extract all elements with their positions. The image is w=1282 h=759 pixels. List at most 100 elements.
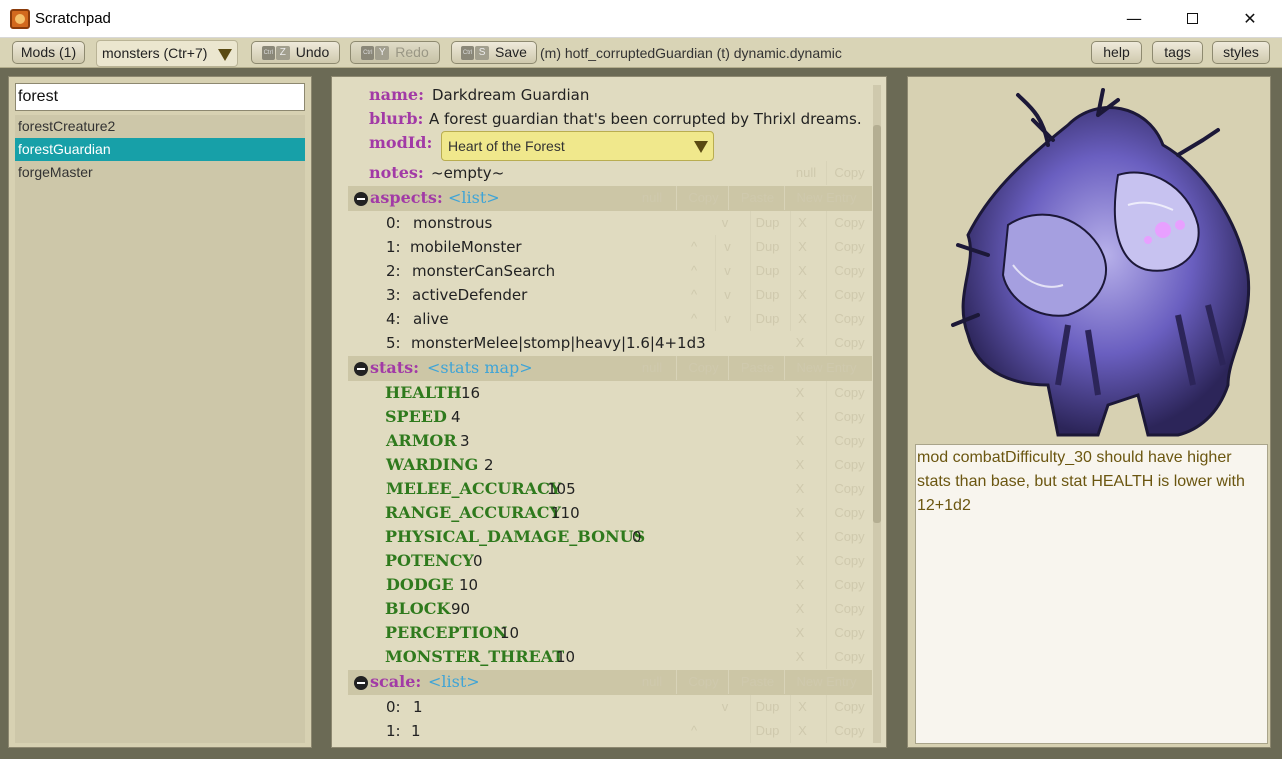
list-item[interactable]: forgeMaster <box>15 161 305 184</box>
modid-dropdown[interactable]: Heart of the Forest <box>441 131 714 161</box>
stat-value[interactable]: 110 <box>551 501 580 525</box>
maximize-button[interactable] <box>1163 0 1221 38</box>
close-button[interactable]: ✕ <box>1221 0 1279 38</box>
scale-value[interactable]: 1 <box>413 695 423 719</box>
dup-button[interactable]: Dup <box>750 695 780 719</box>
copy-button[interactable]: Copy <box>826 549 868 573</box>
stat-value[interactable]: 4 <box>451 405 461 429</box>
copy-button[interactable]: Copy <box>826 621 868 645</box>
delete-button[interactable]: X <box>790 477 810 501</box>
move-down-button[interactable]: v <box>715 695 735 719</box>
notes-value[interactable]: ~empty~ <box>431 161 504 185</box>
delete-button[interactable]: X <box>790 405 810 429</box>
aspect-value[interactable]: monsterMelee|stomp|heavy|1.6|4+1d3 <box>411 331 706 355</box>
copy-button[interactable]: Copy <box>826 381 868 405</box>
delete-button[interactable]: X <box>790 719 810 743</box>
null-button[interactable]: null <box>630 670 674 694</box>
styles-button[interactable]: styles <box>1212 41 1270 64</box>
delete-button[interactable]: X <box>790 645 810 669</box>
move-up-button[interactable]: ^ <box>684 259 704 283</box>
delete-button[interactable]: X <box>790 307 810 331</box>
stat-value[interactable]: 90 <box>451 597 470 621</box>
blurb-value[interactable]: A forest guardian that's been corrupted … <box>429 107 862 131</box>
move-down-button[interactable]: v <box>715 235 735 259</box>
scale-value[interactable]: 1 <box>411 719 421 743</box>
copy-button[interactable]: Copy <box>676 356 726 380</box>
copy-button[interactable]: Copy <box>826 259 868 283</box>
copy-button[interactable]: Copy <box>826 307 868 331</box>
copy-button[interactable]: Copy <box>826 695 868 719</box>
stat-value[interactable]: 16 <box>461 381 480 405</box>
dup-button[interactable]: Dup <box>750 211 780 235</box>
delete-button[interactable]: X <box>790 573 810 597</box>
paste-button[interactable]: Paste <box>728 356 782 380</box>
delete-button[interactable]: X <box>790 429 810 453</box>
null-button[interactable]: null <box>786 161 826 185</box>
scrollbar-thumb[interactable] <box>873 125 881 523</box>
copy-button[interactable]: Copy <box>826 573 868 597</box>
new-entry-button[interactable]: New Entry <box>784 356 864 380</box>
stat-value[interactable]: 10 <box>556 645 575 669</box>
copy-button[interactable]: Copy <box>826 405 868 429</box>
move-up-button[interactable]: ^ <box>684 307 704 331</box>
null-button[interactable]: null <box>630 356 674 380</box>
minimize-button[interactable]: — <box>1105 0 1163 38</box>
delete-button[interactable]: X <box>790 453 810 477</box>
copy-button[interactable]: Copy <box>826 501 868 525</box>
category-dropdown[interactable]: monsters (Ctr+7) <box>96 40 238 67</box>
paste-button[interactable]: Paste <box>728 186 782 210</box>
aspect-value[interactable]: mobileMonster <box>410 235 522 259</box>
delete-button[interactable]: X <box>790 621 810 645</box>
copy-button[interactable]: Copy <box>826 235 868 259</box>
delete-button[interactable]: X <box>790 597 810 621</box>
delete-button[interactable]: X <box>790 501 810 525</box>
redo-button[interactable]: Ctrl Y Redo <box>350 41 440 64</box>
tags-button[interactable]: tags <box>1152 41 1203 64</box>
delete-button[interactable]: X <box>790 211 810 235</box>
copy-button[interactable]: Copy <box>676 186 726 210</box>
copy-button[interactable]: Copy <box>676 670 726 694</box>
save-button[interactable]: Ctrl S Save <box>451 41 537 64</box>
stat-value[interactable]: 0 <box>473 549 483 573</box>
aspect-value[interactable]: alive <box>413 307 449 331</box>
delete-button[interactable]: X <box>790 381 810 405</box>
dup-button[interactable]: Dup <box>750 719 780 743</box>
undo-button[interactable]: Ctrl Z Undo <box>251 41 340 64</box>
copy-button[interactable]: Copy <box>826 331 868 355</box>
stat-value[interactable]: 10 <box>459 573 478 597</box>
copy-button[interactable]: Copy <box>826 211 868 235</box>
delete-button[interactable]: X <box>790 331 810 355</box>
stat-value[interactable]: 3 <box>460 429 470 453</box>
copy-button[interactable]: Copy <box>826 719 868 743</box>
copy-button[interactable]: Copy <box>826 477 868 501</box>
dup-button[interactable]: Dup <box>750 307 780 331</box>
copy-button[interactable]: Copy <box>826 645 868 669</box>
aspect-value[interactable]: activeDefender <box>412 283 527 307</box>
dup-button[interactable]: Dup <box>750 283 780 307</box>
dup-button[interactable]: Dup <box>750 259 780 283</box>
delete-button[interactable]: X <box>790 259 810 283</box>
copy-button[interactable]: Copy <box>826 429 868 453</box>
review-note[interactable]: mod combatDifficulty_30 should have high… <box>915 444 1268 744</box>
move-down-button[interactable]: v <box>715 259 735 283</box>
null-button[interactable]: null <box>630 186 674 210</box>
stat-value[interactable]: 0 <box>632 525 642 549</box>
list-item[interactable]: forestCreature2 <box>15 115 305 138</box>
delete-button[interactable]: X <box>790 283 810 307</box>
move-down-button[interactable]: v <box>715 307 735 331</box>
copy-button[interactable]: Copy <box>826 525 868 549</box>
delete-button[interactable]: X <box>790 525 810 549</box>
stat-value[interactable]: 10 <box>500 621 519 645</box>
move-up-button[interactable]: ^ <box>684 235 704 259</box>
copy-button[interactable]: Copy <box>826 597 868 621</box>
delete-button[interactable]: X <box>790 695 810 719</box>
dup-button[interactable]: Dup <box>750 235 780 259</box>
new-entry-button[interactable]: New Entry <box>784 186 864 210</box>
stat-value[interactable]: 105 <box>547 477 576 501</box>
search-input[interactable]: forest <box>15 83 305 111</box>
mods-button[interactable]: Mods (1) <box>12 41 85 64</box>
name-value[interactable]: Darkdream Guardian <box>432 83 589 107</box>
copy-button[interactable]: Copy <box>826 453 868 477</box>
copy-button[interactable]: Copy <box>826 283 868 307</box>
list-item[interactable]: forestGuardian <box>15 138 305 161</box>
